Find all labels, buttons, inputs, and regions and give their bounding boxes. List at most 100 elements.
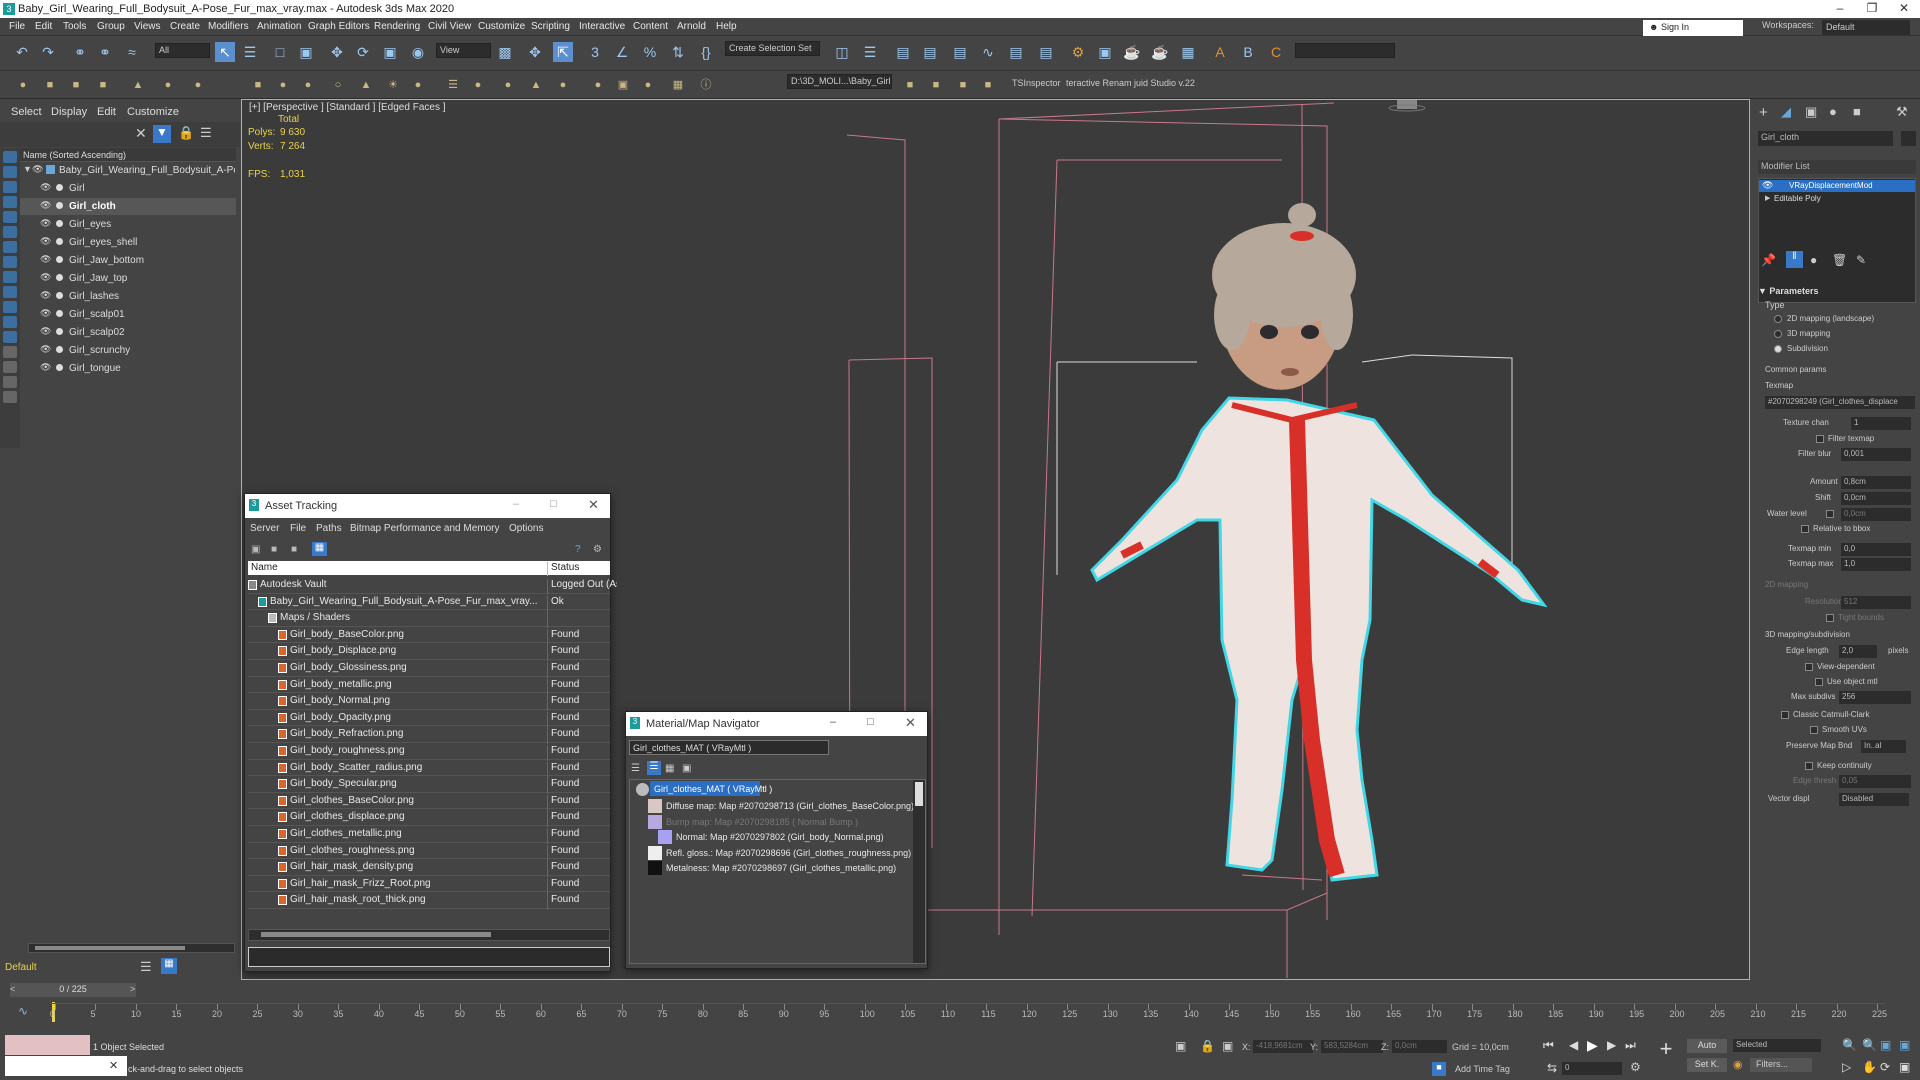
asset-row[interactable]: Girl_clothes_displace.png Found <box>248 809 610 828</box>
parameters-rollout[interactable]: ▼ Parameters <box>1758 286 1818 296</box>
visibility-icon[interactable]: 👁 <box>40 326 51 337</box>
column-name[interactable]: Name <box>251 562 278 573</box>
asset-row[interactable]: Girl_hair_mask_Frizz_Root.png Found <box>248 876 610 894</box>
project-icon-4[interactable]: ■ <box>980 77 996 93</box>
render-production-icon[interactable]: ☕ <box>1122 42 1142 62</box>
render-iterative-icon[interactable]: ☕ <box>1150 42 1170 62</box>
radio-2d-mapping[interactable] <box>1774 315 1782 323</box>
keep-continuity-checkbox[interactable] <box>1805 762 1813 770</box>
navigator-root-material[interactable]: Girl_clothes_MAT ( VRayMtl ) <box>650 781 772 796</box>
fur-icon[interactable]: ☰ <box>445 77 461 93</box>
absolute-mode-icon[interactable]: ▣ <box>1222 1039 1233 1053</box>
close-icon[interactable]: ✕ <box>1884 1 1920 17</box>
undo-icon[interactable]: ↶ <box>12 42 32 62</box>
filter-hidden-icon[interactable] <box>3 316 17 328</box>
render-c-icon[interactable]: C <box>1266 42 1286 62</box>
asset-tracking-titlebar[interactable]: 3 Asset Tracking – □ ✕ <box>245 494 610 518</box>
mirror-icon[interactable]: ◫ <box>832 42 852 62</box>
asset-row[interactable]: Girl_clothes_BaseColor.png Found <box>248 793 610 811</box>
z-coordinate[interactable]: 0,0cm <box>1392 1040 1447 1053</box>
settings-icon[interactable]: ⚙ <box>593 544 602 555</box>
asset-row[interactable]: Girl_body_Refraction.png Found <box>248 726 610 745</box>
sun-icon[interactable]: ● <box>410 77 426 93</box>
asset-row[interactable]: Girl_body_Specular.png Found <box>248 776 610 795</box>
key-mode-icon[interactable]: ⇆ <box>1547 1061 1557 1075</box>
radio-3d-mapping[interactable] <box>1774 330 1782 338</box>
select-by-name-icon[interactable]: ☰ <box>240 42 260 62</box>
vector-displ-dropdown[interactable]: Disabled <box>1839 793 1909 806</box>
modifier-list-dropdown[interactable]: Modifier List <box>1758 160 1916 174</box>
tool2-icon-18[interactable]: ● <box>590 77 606 93</box>
visibility-icon[interactable]: 👁 <box>40 344 51 355</box>
asset-row[interactable]: Baby_Girl_Wearing_Full_Bodysuit_A-Pose_F… <box>248 594 610 612</box>
explorer-tab-customize[interactable]: Customize <box>127 106 179 118</box>
visibility-icon[interactable]: 👁 <box>40 254 51 265</box>
rotate-icon[interactable]: ⟳ <box>353 42 373 62</box>
amount-spinner[interactable]: 0,8cm <box>1841 476 1911 489</box>
column-status[interactable]: Status <box>547 562 579 576</box>
spinner-snap-icon[interactable]: ⇅ <box>668 42 688 62</box>
asset-scrollbar[interactable] <box>248 929 610 941</box>
render-grid-icon[interactable]: ▦ <box>1178 42 1198 62</box>
asset-tool-icon-3[interactable]: ■ <box>291 544 297 555</box>
tool2-icon-2[interactable]: ■ <box>42 77 58 93</box>
water-level-checkbox[interactable] <box>1826 510 1834 518</box>
menu-customize[interactable]: Customize <box>478 21 525 32</box>
prev-key-icon[interactable]: ◀ <box>1569 1038 1578 1052</box>
navigator-scrollbar[interactable] <box>913 780 925 963</box>
shift-spinner[interactable]: 0,0cm <box>1841 492 1911 505</box>
list-icons-view-icon[interactable]: ☰ <box>647 761 661 775</box>
project-folder-icon[interactable]: ■ <box>902 77 918 93</box>
menu-create[interactable]: Create <box>170 21 200 32</box>
timeline-track[interactable] <box>50 1003 1885 1027</box>
show-end-result-icon[interactable]: ‖ <box>1786 251 1803 268</box>
motion-tab-icon[interactable]: ● <box>1829 104 1837 119</box>
configure-sets-icon[interactable]: ✎ <box>1856 253 1866 267</box>
explorer-item-girl-eyes-shell[interactable]: 👁 Girl_eyes_shell <box>20 234 236 251</box>
viewcube-icon[interactable] <box>1388 100 1426 112</box>
tight-bounds-checkbox[interactable] <box>1826 614 1834 622</box>
schematic-view-icon[interactable]: ▤ <box>1006 42 1026 62</box>
auto-key-button[interactable]: Auto <box>1687 1039 1727 1053</box>
menu-edit[interactable]: Edit <box>35 21 52 32</box>
visibility-icon[interactable]: 👁 <box>40 272 51 283</box>
minimize-icon[interactable]: – <box>513 498 519 510</box>
filter-spacewarps-icon[interactable] <box>3 226 17 238</box>
torus-icon[interactable]: ○ <box>330 77 346 93</box>
relative-bbox-checkbox[interactable] <box>1801 525 1809 533</box>
tool2-icon-6[interactable]: ● <box>160 77 176 93</box>
layer-explorer-icon[interactable]: ▤ <box>920 42 940 62</box>
bind-spacewarp-icon[interactable]: ≈ <box>122 42 142 62</box>
make-unique-icon[interactable]: ● <box>1810 253 1817 267</box>
zoom-icon[interactable]: 🔍 <box>1842 1038 1857 1052</box>
resolution-spinner[interactable]: 512 <box>1841 596 1911 609</box>
window-crossing-icon[interactable]: ▣ <box>296 42 316 62</box>
texture-chan-spinner[interactable]: 1 <box>1851 417 1911 430</box>
asset-menu-paths[interactable]: Paths <box>316 523 342 534</box>
pan-icon[interactable]: ✋ <box>1862 1060 1877 1074</box>
material-name-field[interactable]: Girl_clothes_MAT ( VRayMtl ) <box>629 740 829 755</box>
use-object-mtl-checkbox[interactable] <box>1815 678 1823 686</box>
tool2-icon-19[interactable]: ▣ <box>615 77 631 93</box>
explorer-item-girl-scalp02[interactable]: 👁 Girl_scalp02 <box>20 324 236 341</box>
keyboard-shortcut-override-icon[interactable]: ⇱ <box>553 42 573 62</box>
material-editor-icon[interactable]: ▤ <box>1036 42 1056 62</box>
render-b-icon[interactable]: B <box>1238 42 1258 62</box>
menu-rendering[interactable]: Rendering <box>374 21 420 32</box>
list-view-icon[interactable]: ☰ <box>631 763 640 774</box>
link-icon[interactable]: ⚭ <box>70 42 90 62</box>
explorer-item-girl-cloth[interactable]: 👁 Girl_cloth <box>20 198 236 215</box>
menu-group[interactable]: Group <box>97 21 125 32</box>
utilities-tab-icon[interactable]: ⚒ <box>1896 104 1908 120</box>
go-to-start-icon[interactable]: ⏮ <box>1543 1038 1554 1053</box>
visibility-icon[interactable]: 👁 <box>32 164 43 175</box>
explorer-tab-display[interactable]: Display <box>51 106 87 118</box>
x-coordinate[interactable]: -418,9681cm <box>1253 1040 1313 1053</box>
unlink-icon[interactable]: ⚭ <box>95 42 115 62</box>
layer-manager-icon[interactable]: ▦ <box>161 958 177 974</box>
explorer-tab-edit[interactable]: Edit <box>97 106 116 118</box>
menu-tools[interactable]: Tools <box>63 21 86 32</box>
menu-help[interactable]: Help <box>716 21 737 32</box>
explorer-item-girl-lashes[interactable]: 👁 Girl_lashes <box>20 288 236 305</box>
filter-texmap-checkbox[interactable] <box>1816 435 1824 443</box>
